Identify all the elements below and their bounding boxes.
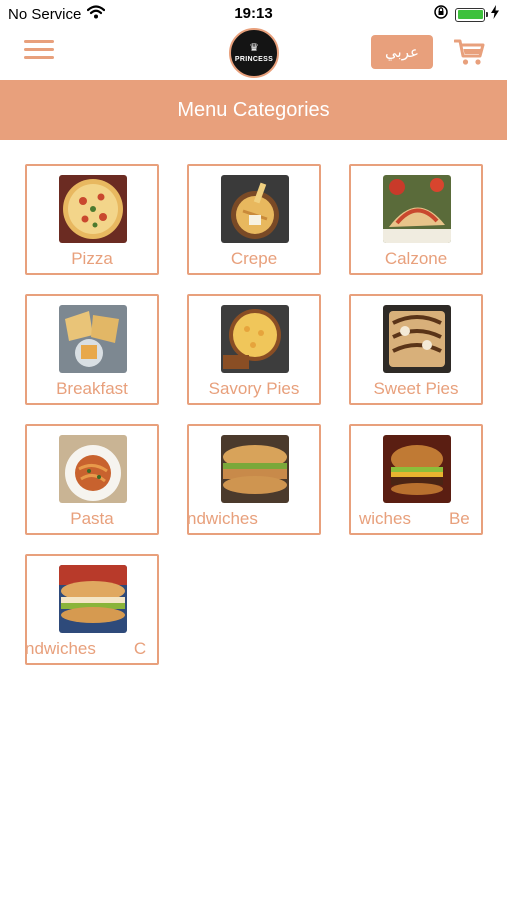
hamburger-menu-icon[interactable] [24, 40, 54, 64]
category-card-breakfast[interactable]: Breakfast [25, 294, 159, 405]
sandwich-image [59, 565, 127, 633]
category-label: Crepe [230, 249, 278, 268]
category-card-sandwiches-2[interactable]: ndwiches C [25, 554, 159, 665]
battery-icon [455, 7, 488, 22]
category-card-pizza[interactable]: Pizza [25, 164, 159, 275]
status-bar: No Service 19:13 [0, 0, 507, 28]
category-label: ndwiches [187, 509, 258, 528]
sweet-pies-image [383, 305, 451, 373]
category-card-crepe[interactable]: Crepe [187, 164, 321, 275]
category-label: Calzone [384, 249, 448, 268]
breakfast-image [59, 305, 127, 373]
brand-logo: ♛ PRINCESS [229, 28, 279, 78]
cart-icon[interactable] [453, 38, 486, 66]
category-card-burgers[interactable]: wiches Be [349, 424, 483, 535]
category-label: Pasta [70, 509, 114, 528]
savory-pies-image [221, 305, 289, 373]
pizza-image [59, 175, 127, 243]
title-banner: Menu Categories [0, 80, 507, 140]
calzone-image [383, 175, 451, 243]
category-label-current: wiches [359, 509, 411, 528]
orientation-lock-icon [433, 4, 449, 25]
category-label: wiches Be [359, 509, 481, 529]
burger-image [383, 435, 451, 503]
sandwich-image [221, 435, 289, 503]
category-card-pasta[interactable]: Pasta [25, 424, 159, 535]
category-label: Breakfast [56, 379, 128, 398]
category-card-calzone[interactable]: Calzone [349, 164, 483, 275]
category-label-next: Be [448, 509, 470, 528]
crepe-image [221, 175, 289, 243]
charging-bolt-icon [491, 5, 499, 24]
category-label: Savory Pies [208, 379, 300, 398]
status-right [433, 4, 499, 25]
category-label: Pizza [71, 249, 113, 268]
page-title: Menu Categories [177, 98, 330, 121]
category-label-current: ndwiches [25, 639, 96, 658]
category-label-next: C [133, 639, 147, 658]
category-card-sweet-pies[interactable]: Sweet Pies [349, 294, 483, 405]
category-label: Sweet Pies [373, 379, 459, 398]
pasta-image [59, 435, 127, 503]
status-time: 19:13 [234, 5, 273, 22]
language-toggle-button[interactable]: عربي [371, 35, 433, 69]
category-label: ndwiches C [25, 639, 155, 659]
category-card-savory-pies[interactable]: Savory Pies [187, 294, 321, 405]
logo-text: PRINCESS [234, 55, 274, 63]
category-card-sandwiches[interactable]: ndwiches [187, 424, 321, 535]
nav-header: ♛ PRINCESS عربي [0, 28, 507, 80]
crown-icon: ♛ [249, 41, 259, 54]
